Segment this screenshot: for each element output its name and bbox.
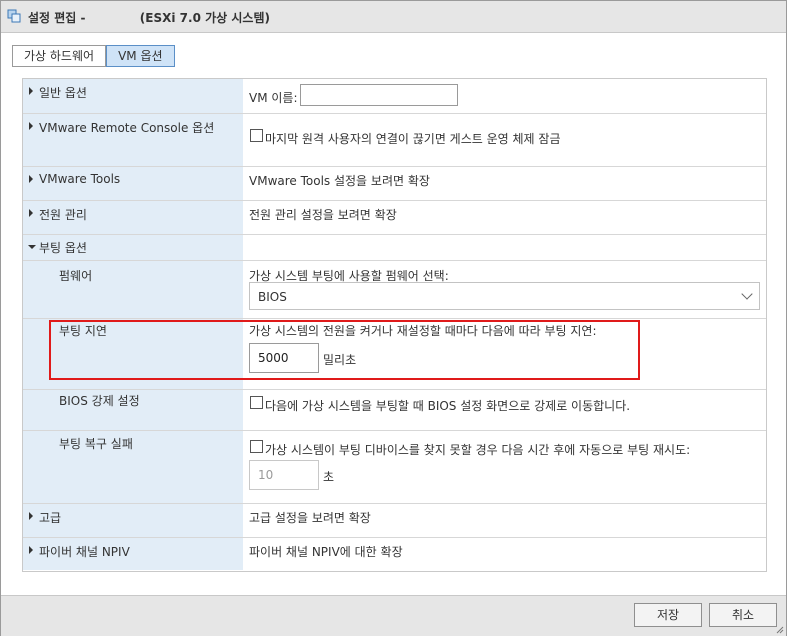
vmware-tools-label: VMware Tools [39,172,121,186]
advanced-header[interactable]: 고급 [23,504,243,537]
boot-retry-text: 가상 시스템이 부팅 디바이스를 찾지 못할 경우 다음 시간 후에 자동으로 … [265,443,691,457]
vm-name-input[interactable] [300,84,458,106]
advanced-label: 고급 [39,511,62,525]
vmrc-options-header[interactable]: VMware Remote Console 옵션 [23,114,243,166]
row-general-options: 일반 옵션 VM 이름: [23,79,766,114]
row-power-management: 전원 관리 전원 관리 설정을 보려면 확장 [23,201,766,235]
boot-options-label: 부팅 옵션 [39,241,87,255]
boot-retry-unit: 초 [323,470,335,484]
firmware-select[interactable]: BIOS [249,282,760,310]
row-force-bios-setup: BIOS 강제 설정 다음에 가상 시스템을 부팅할 때 BIOS 설정 화면으… [23,390,766,431]
power-management-header[interactable]: 전원 관리 [23,201,243,234]
boot-delay-unit: 밀리초 [323,353,357,367]
vmrc-options-label: VMware Remote Console 옵션 [39,121,215,135]
tab-virtual-hardware[interactable]: 가상 하드웨어 [12,45,107,67]
vmware-tools-value: VMware Tools 설정을 보려면 확장 [249,174,430,188]
boot-options-header[interactable]: 부팅 옵션 [23,235,243,260]
vm-name-label: VM 이름: [249,91,298,105]
npiv-label: 파이버 채널 NPIV [39,545,130,559]
guest-os-lock-label: 마지막 원격 사용자의 연결이 끊기면 게스트 운영 체제 잠금 [265,132,561,146]
expand-caret-icon[interactable] [29,512,33,520]
general-options-header[interactable]: 일반 옵션 [23,79,243,113]
boot-delay-label: 부팅 지연 [59,324,107,338]
row-vmware-tools: VMware Tools VMware Tools 설정을 보려면 확장 [23,167,766,201]
boot-retry-label: 부팅 복구 실패 [59,437,133,451]
row-fibre-channel-npiv: 파이버 채널 NPIV 파이버 채널 NPIV에 대한 확장 [23,538,766,570]
dialog-titlebar: 설정 편집 - (ESXi 7.0 가상 시스템) [1,1,786,33]
collapse-caret-icon[interactable] [28,245,36,249]
save-button[interactable]: 저장 [634,603,702,627]
guest-os-lock-checkbox[interactable] [250,129,263,142]
cancel-button[interactable]: 취소 [709,603,777,627]
dialog-title: 설정 편집 - (ESXi 7.0 가상 시스템) [28,11,270,25]
power-management-value: 전원 관리 설정을 보려면 확장 [249,208,397,222]
chevron-down-icon [741,288,753,300]
vmware-tools-header[interactable]: VMware Tools [23,167,243,200]
general-options-label: 일반 옵션 [39,86,87,100]
force-bios-setup-checkbox[interactable] [250,396,263,409]
advanced-value: 고급 설정을 보려면 확장 [249,511,371,525]
expand-caret-icon[interactable] [29,546,33,554]
expand-caret-icon[interactable] [29,175,33,183]
row-firmware: 펌웨어 가상 시스템 부팅에 사용할 펌웨어 선택: BIOS [23,261,766,319]
row-boot-options: 부팅 옵션 [23,235,766,261]
force-bios-setup-text: 다음에 가상 시스템을 부팅할 때 BIOS 설정 화면으로 강제로 이동합니다… [265,399,631,413]
boot-delay-description: 가상 시스템의 전원을 켜거나 재설정할 때마다 다음에 따라 부팅 지연: [249,324,597,338]
npiv-header[interactable]: 파이버 채널 NPIV [23,538,243,570]
edit-settings-dialog: 설정 편집 - (ESXi 7.0 가상 시스템) 가상 하드웨어 VM 옵션 … [0,0,787,636]
row-boot-delay: 부팅 지연 가상 시스템의 전원을 켜거나 재설정할 때마다 다음에 따라 부팅… [23,319,766,390]
boot-delay-input[interactable] [249,343,319,373]
force-bios-setup-label: BIOS 강제 설정 [59,394,140,408]
boot-retry-delay-input[interactable] [249,460,319,490]
tab-bar: 가상 하드웨어 VM 옵션 [12,45,175,67]
expand-caret-icon[interactable] [29,209,33,217]
vm-options-panel: 일반 옵션 VM 이름: VMware Remote Console 옵션 마지… [22,78,767,572]
firmware-label: 펌웨어 [59,269,93,283]
power-management-label: 전원 관리 [39,208,87,222]
row-vmrc-options: VMware Remote Console 옵션 마지막 원격 사용자의 연결이… [23,114,766,167]
expand-caret-icon[interactable] [29,122,33,130]
boot-retry-checkbox[interactable] [250,440,263,453]
tab-vm-options[interactable]: VM 옵션 [106,45,175,67]
dialog-footer: 저장 취소 [1,595,786,636]
resize-grip-icon[interactable] [776,626,784,634]
npiv-value: 파이버 채널 NPIV에 대한 확장 [249,545,403,559]
firmware-selected-value: BIOS [258,290,287,304]
vm-settings-icon [7,9,21,23]
expand-caret-icon[interactable] [29,87,33,95]
row-advanced: 고급 고급 설정을 보려면 확장 [23,504,766,538]
row-boot-retry: 부팅 복구 실패 가상 시스템이 부팅 디바이스를 찾지 못할 경우 다음 시간… [23,431,766,504]
